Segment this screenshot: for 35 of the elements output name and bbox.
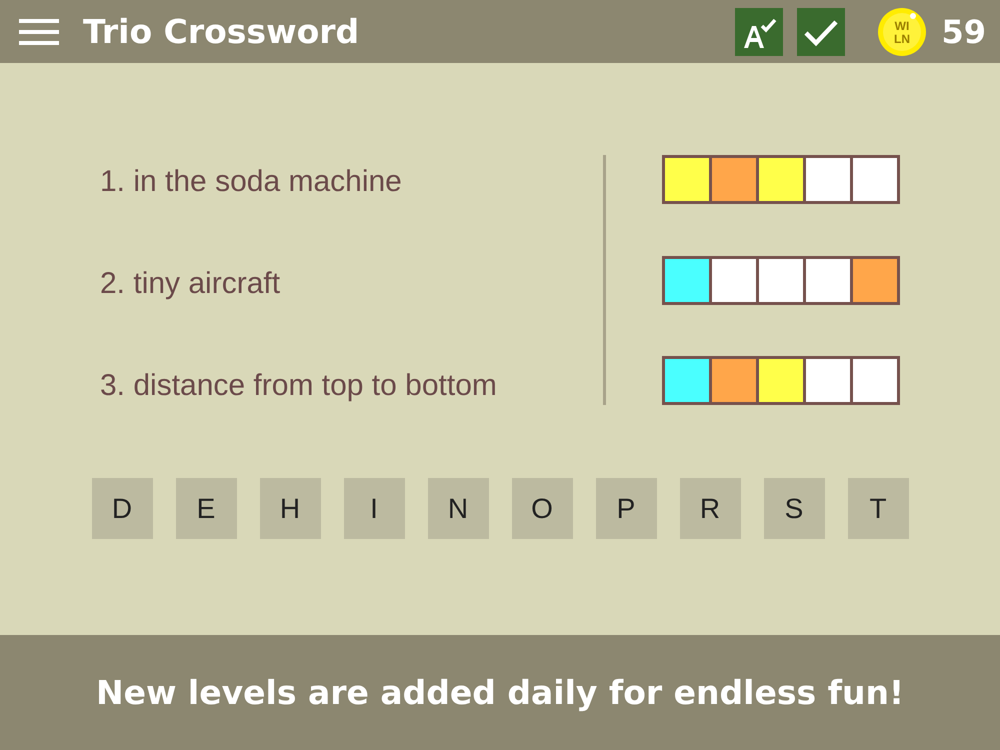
answer-cell[interactable] <box>853 158 897 201</box>
letter-tile[interactable]: O <box>512 478 572 539</box>
letter-tile[interactable]: D <box>92 478 152 539</box>
answer-cell[interactable] <box>806 359 850 402</box>
coin-icon: WI LN <box>877 6 928 56</box>
answer-cell[interactable] <box>712 359 756 402</box>
menu-icon[interactable] <box>19 18 59 44</box>
clue-text: 2. tiny aircraft <box>100 267 282 301</box>
coin-count: 59 <box>941 12 986 50</box>
answer-cell[interactable] <box>759 359 803 402</box>
answer-cell[interactable] <box>759 258 803 302</box>
answer-cell[interactable] <box>853 258 897 302</box>
app-title: Trio Crossword <box>83 12 360 51</box>
answer-cell[interactable] <box>806 258 850 302</box>
letter-tile[interactable]: T <box>848 478 908 539</box>
letter-tile[interactable]: R <box>680 478 740 539</box>
letter-tile[interactable]: E <box>176 478 236 539</box>
footer-message: New levels are added daily for endless fun! <box>96 673 904 712</box>
letter-tile[interactable]: P <box>596 478 656 539</box>
letter-tile[interactable]: H <box>260 478 320 539</box>
answer-cell[interactable] <box>712 258 756 302</box>
letter-tile[interactable]: N <box>428 478 488 539</box>
answer-cell[interactable] <box>665 258 709 302</box>
clue-text: 1. in the soda machine <box>100 165 403 199</box>
answer-cell[interactable] <box>759 158 803 201</box>
answer-cell[interactable] <box>665 158 709 201</box>
spell-check-icon[interactable] <box>735 8 784 56</box>
answer-cell[interactable] <box>712 158 756 201</box>
answer-cell[interactable] <box>853 359 897 402</box>
letter-tile[interactable]: I <box>344 478 404 539</box>
clue-text: 3. distance from top to bottom <box>100 369 498 403</box>
answer-cell[interactable] <box>665 359 709 402</box>
answer-cell[interactable] <box>806 158 850 201</box>
letter-tile[interactable]: S <box>764 478 824 539</box>
check-icon[interactable] <box>797 8 846 56</box>
